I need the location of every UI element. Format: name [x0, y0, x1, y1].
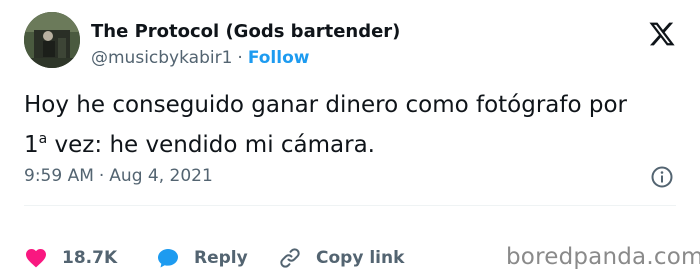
tweet-line-2-rest: vez: he vendido mi cámara. [47, 132, 375, 158]
link-icon [280, 248, 300, 268]
watermark: boredpanda.com [506, 244, 700, 270]
like-count: 18.7K [62, 248, 118, 268]
heart-icon [26, 249, 46, 268]
copy-link-label: Copy link [316, 248, 405, 268]
tweet-card: The Protocol (Gods bartender) @musicbyka… [0, 0, 700, 270]
tweet-text: Hoy he conseguido ganar dinero como fotó… [24, 88, 674, 162]
separator-dot: · [98, 166, 105, 186]
reply-label: Reply [194, 248, 248, 268]
author-handle-row: @musicbykabir1 · Follow [91, 48, 309, 68]
speech-bubble-icon [158, 249, 178, 268]
follow-button[interactable]: Follow [248, 48, 310, 68]
tweet-date: Aug 4, 2021 [109, 166, 213, 186]
tweet-timestamp[interactable]: 9:59 AM · Aug 4, 2021 [24, 166, 213, 186]
tweet-ordinal-suffix: a [38, 131, 48, 147]
tweet-time: 9:59 AM [24, 166, 94, 186]
separator-dot: · [237, 48, 243, 68]
tweet-line-1: Hoy he conseguido ganar dinero como fotó… [24, 92, 628, 118]
tweet-line-2: 1a vez: he vendido mi cámara. [24, 122, 674, 162]
info-icon[interactable] [650, 165, 674, 189]
author-handle[interactable]: @musicbykabir1 [91, 48, 232, 68]
reply-button[interactable]: Reply [156, 243, 248, 273]
tweet-ordinal-number: 1 [24, 132, 39, 158]
x-logo-icon[interactable] [648, 20, 676, 48]
author-name[interactable]: The Protocol (Gods bartender) [91, 21, 400, 42]
like-button[interactable]: 18.7K [24, 243, 117, 273]
divider [24, 205, 676, 206]
avatar[interactable] [24, 12, 80, 68]
copy-link-button[interactable]: Copy link [278, 243, 404, 273]
